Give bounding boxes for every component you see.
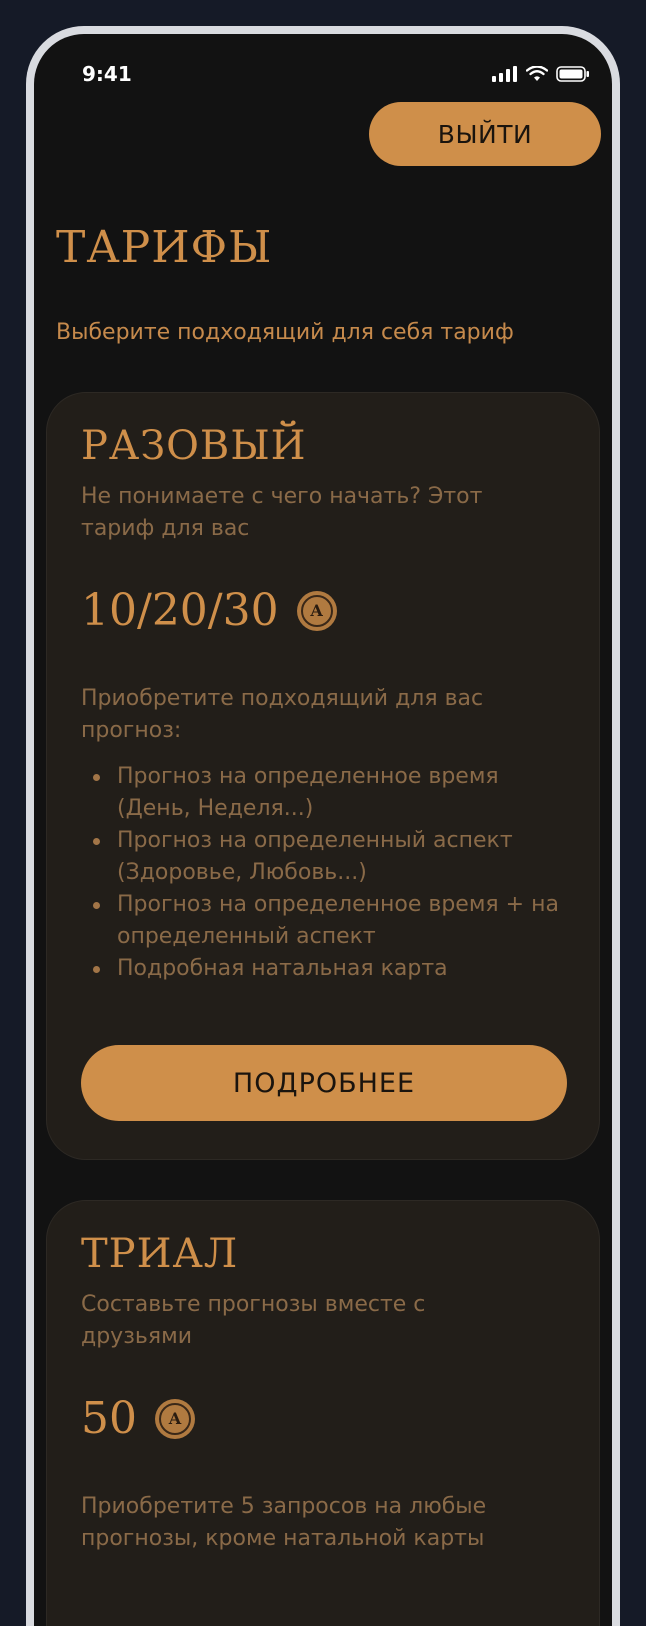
feature-list: Прогноз на определенное время (День, Нед…	[81, 761, 561, 985]
tariff-buy-text: Приобретите подходящий для вас прогноз:	[81, 686, 484, 743]
feature-item: Прогноз на определенное время (День, Нед…	[81, 761, 561, 825]
logout-button[interactable]: ВЫЙТИ	[369, 102, 601, 166]
wifi-icon	[526, 66, 548, 81]
coin-icon: А	[155, 1398, 195, 1439]
feature-item: Прогноз на определенный аспект (Здоровье…	[81, 825, 561, 889]
tariff-card-trial: ТРИАЛ Составьте прогнозы вместе с друзья…	[46, 1200, 600, 1626]
coin-letter: А	[168, 1409, 182, 1428]
page-subtitle: Выберите подходящий для себя тариф	[56, 320, 514, 345]
tariff-price: 10/20/30 А	[81, 585, 337, 636]
coin-icon: А	[296, 590, 337, 631]
status-icons	[492, 66, 590, 82]
status-time: 9:41	[82, 62, 132, 86]
price-value: 50	[81, 1393, 137, 1444]
feature-item: Прогноз на определенное время + на опред…	[81, 889, 561, 953]
battery-icon	[556, 66, 589, 82]
tariff-price: 50 А	[81, 1393, 195, 1444]
tariff-description: Не понимаете с чего начать? Этот тариф д…	[81, 484, 483, 541]
page-title: ТАРИФЫ	[56, 222, 273, 273]
feature-item: Подробная натальная карта	[81, 953, 561, 985]
tariff-buy-text: Приобретите 5 запросов на любые прогнозы…	[81, 1494, 487, 1551]
coin-letter: А	[310, 601, 324, 620]
phone-frame: 9:41 ВЫЙТИ ТАРИФЫ Выберите подходящий дл…	[26, 26, 620, 1626]
details-button[interactable]: ПОДРОБНЕЕ	[81, 1045, 567, 1121]
signal-icon	[492, 66, 517, 82]
price-value: 10/20/30	[81, 585, 279, 636]
tariff-description: Составьте прогнозы вместе с друзьями	[81, 1292, 426, 1349]
tariff-title: ТРИАЛ	[81, 1231, 239, 1277]
tariff-card-single: РАЗОВЫЙ Не понимаете с чего начать? Этот…	[46, 392, 600, 1160]
tariff-title: РАЗОВЫЙ	[81, 423, 307, 469]
